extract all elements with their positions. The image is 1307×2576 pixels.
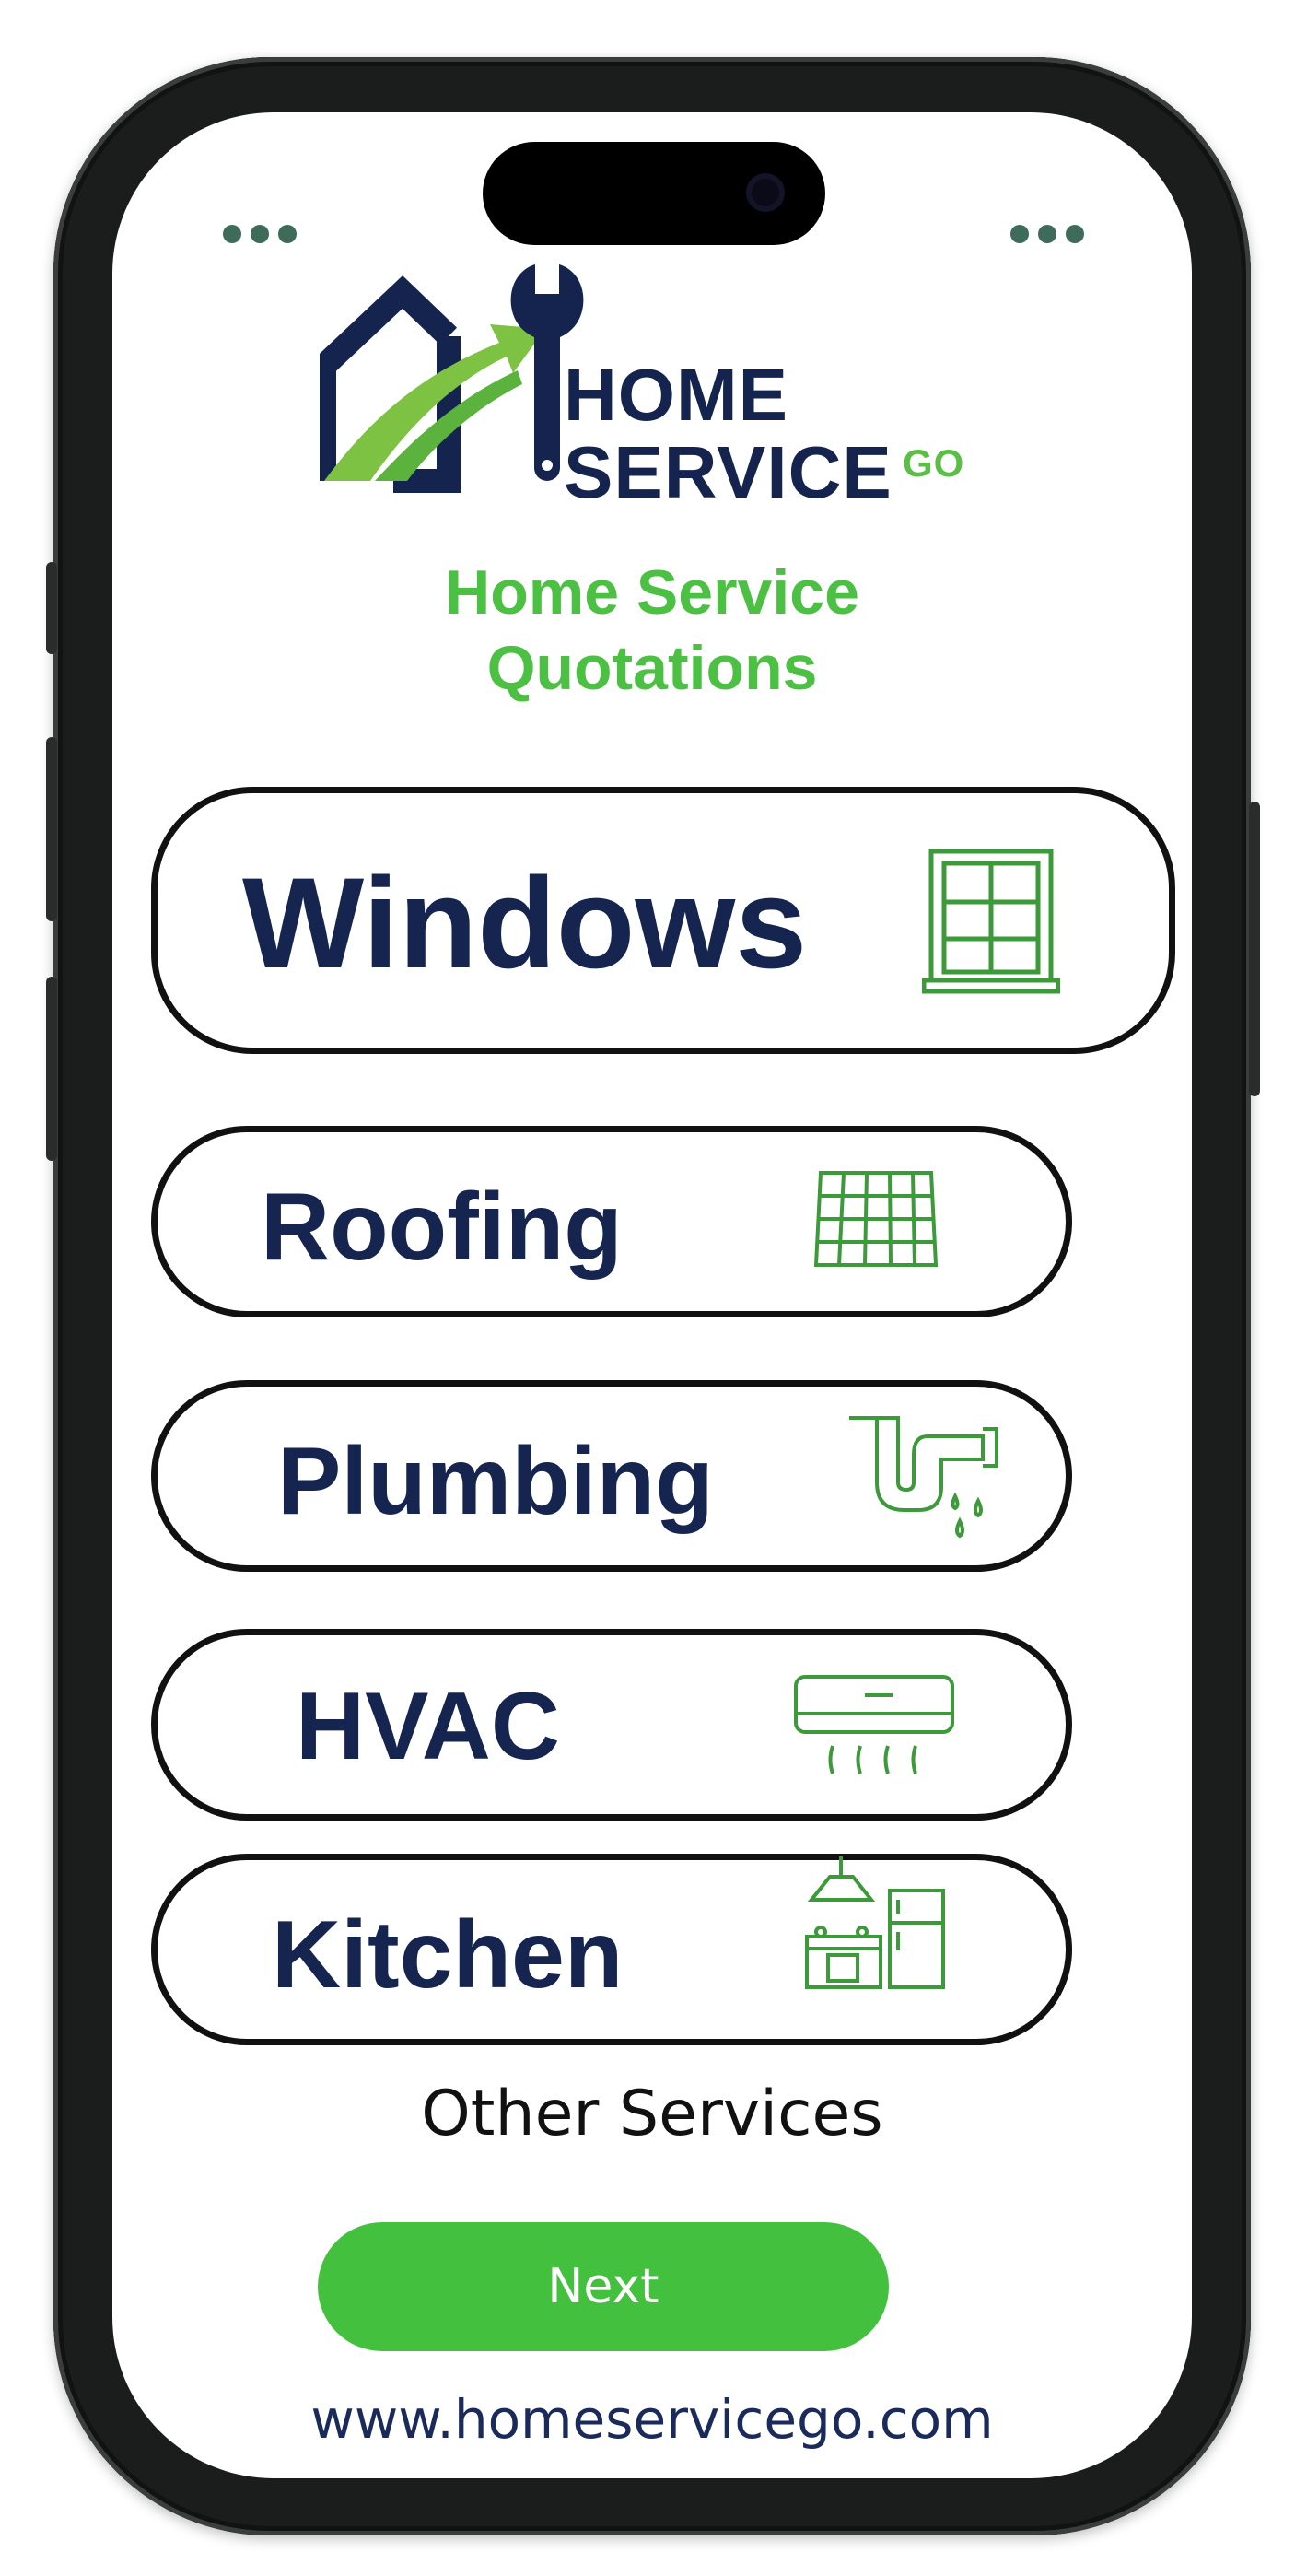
camera-icon (746, 173, 785, 212)
service-label: Windows (242, 850, 808, 995)
service-button-plumbing[interactable]: Plumbing (151, 1380, 1072, 1572)
page-title: Home Service Quotations (112, 555, 1192, 706)
service-label: Kitchen (272, 1902, 624, 2008)
right-dots-icon (1010, 225, 1084, 243)
brand-line-2: SERVICE (564, 431, 893, 513)
service-button-windows[interactable]: Windows (151, 787, 1175, 1054)
page-title-line-1: Home Service (445, 557, 859, 627)
action-button (46, 562, 57, 654)
app-screen: HOME SERVICE GO Home Service Quotations … (112, 112, 1192, 2478)
left-dots-icon (223, 225, 297, 243)
page-title-line-2: Quotations (486, 633, 818, 703)
volume-up-button (46, 737, 57, 921)
service-label: Roofing (261, 1174, 623, 1281)
brand-line-1: HOME (564, 354, 788, 436)
next-button[interactable]: Next (318, 2222, 889, 2351)
service-button-kitchen[interactable]: Kitchen (151, 1854, 1072, 2045)
air-conditioner-icon (794, 1675, 954, 1774)
window-icon (922, 849, 1060, 994)
service-button-hvac[interactable]: HVAC (151, 1629, 1072, 1821)
volume-down-button (46, 977, 57, 1161)
website-url: www.homeservicego.com (310, 2388, 994, 2451)
service-label: HVAC (296, 1673, 560, 1780)
other-services-link[interactable]: Other Services (112, 2078, 1192, 2150)
brand-wordmark: HOME SERVICE GO (564, 354, 963, 513)
kitchen-appliances-icon (805, 1856, 945, 1989)
roof-tiles-icon (813, 1171, 939, 1267)
service-label: Plumbing (277, 1428, 714, 1535)
pipe-leak-icon (849, 1416, 998, 1539)
dynamic-island (483, 142, 825, 245)
power-button (1249, 802, 1260, 1096)
brand-suffix: GO (903, 441, 965, 485)
service-button-roofing[interactable]: Roofing (151, 1126, 1072, 1317)
